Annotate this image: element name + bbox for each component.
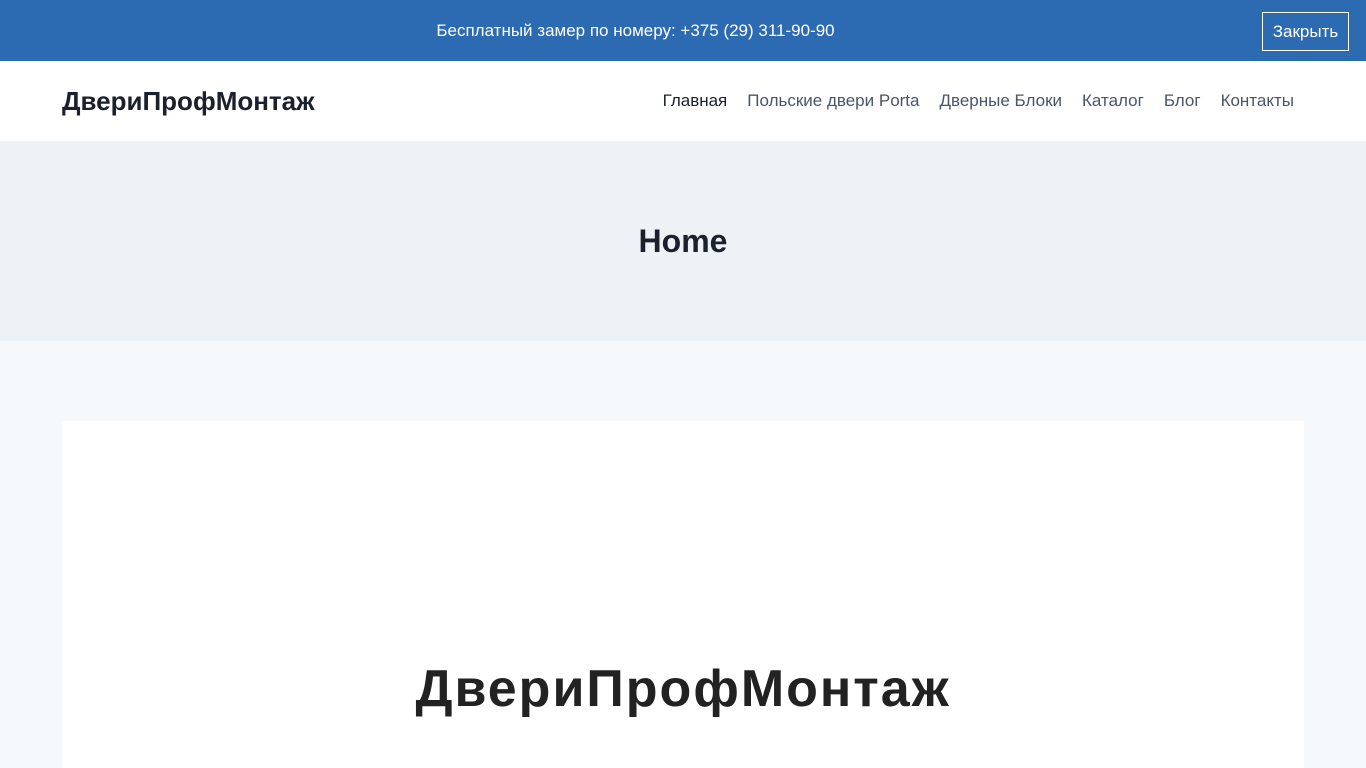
nav-item-porta-doors[interactable]: Польские двери Porta — [737, 61, 929, 141]
nav-item-blog[interactable]: Блог — [1154, 61, 1211, 141]
site-logo[interactable]: ДвериПрофМонтаж — [62, 61, 315, 141]
hero-heading: ДвериПрофМонтаж — [415, 660, 951, 718]
nav-item-home[interactable]: Главная — [653, 61, 738, 141]
nav-item-contacts[interactable]: Контакты — [1211, 61, 1304, 141]
site-header: ДвериПрофМонтаж Главная Польские двери P… — [0, 61, 1366, 141]
page-title: Home — [638, 223, 728, 259]
content-card: ДвериПрофМонтаж — [62, 421, 1304, 768]
page-hero: Home — [0, 141, 1366, 341]
main-nav: Главная Польские двери Porta Дверные Бло… — [653, 61, 1304, 141]
close-button[interactable]: Закрыть — [1262, 12, 1349, 51]
promo-text: Бесплатный замер по номеру: +375 (29) 31… — [436, 21, 835, 40]
nav-item-door-blocks[interactable]: Дверные Блоки — [930, 61, 1073, 141]
promo-bar: Бесплатный замер по номеру: +375 (29) 31… — [0, 0, 1366, 61]
nav-item-catalog[interactable]: Каталог — [1072, 61, 1154, 141]
